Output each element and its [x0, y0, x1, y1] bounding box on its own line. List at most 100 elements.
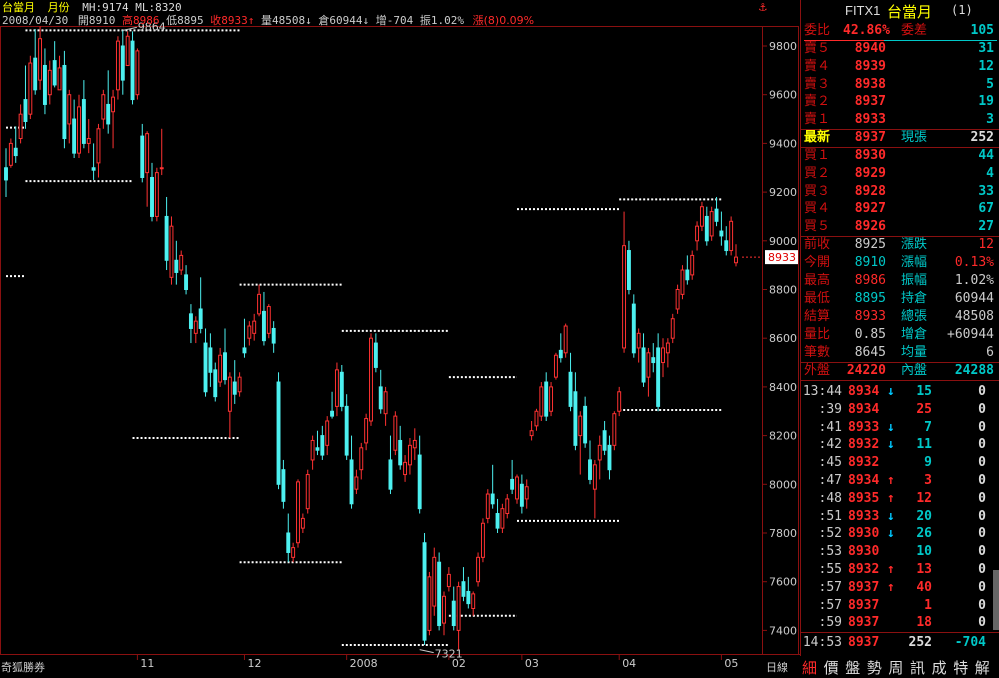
line-mode-label[interactable]: 日線 — [766, 659, 788, 675]
candle-body-up — [699, 206, 704, 227]
candle-body-up — [515, 476, 519, 500]
ask-qty: 12 — [978, 58, 994, 74]
candle-body-up — [709, 211, 714, 237]
stat-label-2: 總張 — [901, 309, 928, 324]
close-label: 收 — [210, 14, 222, 27]
tick-row[interactable]: :41 8933 ↓ 7 0 — [801, 418, 999, 437]
candle-body-down — [320, 435, 325, 456]
ask-row: 賣５ 8940 31 — [801, 40, 999, 58]
candle-body-up — [446, 573, 451, 588]
annotation-label: 7321 — [435, 648, 463, 661]
increase-label: 增 — [375, 14, 387, 27]
candle-body-up — [77, 106, 81, 154]
candle-body-up — [28, 62, 33, 115]
candle-body-up — [549, 386, 554, 412]
tick-row[interactable]: :45 8932 9 0 — [801, 453, 999, 472]
candle-body-up — [169, 225, 174, 278]
stat-value: 8986 — [854, 273, 886, 288]
tick-volume: 12 — [916, 490, 932, 506]
stat-label-2: 均量 — [901, 345, 928, 360]
tick-row[interactable]: :52 8930 ↓ 26 0 — [801, 524, 999, 543]
tick-row[interactable]: :59 8937 18 0 — [801, 613, 999, 632]
ask-row: 賣３ 8938 5 — [801, 76, 999, 94]
y-tick-label: 9400 — [769, 137, 797, 150]
tick-time: :52 — [818, 526, 842, 542]
y-tick-label: 9800 — [769, 40, 797, 53]
tick-row[interactable]: 13:44 8934 ↓ 15 0 — [801, 382, 999, 401]
candle-body-down — [344, 405, 349, 456]
candle-body-up — [291, 547, 296, 558]
bid-label: 買４ — [804, 201, 831, 217]
current-price-label: 8933 — [768, 251, 796, 264]
tick-row[interactable]: :57 8937 1 0 — [801, 596, 999, 615]
stat-value-2: 48508 — [954, 309, 994, 324]
tick-time: :55 — [818, 562, 842, 577]
tick-row[interactable]: :57 8937 ↑ 40 0 — [801, 578, 999, 597]
candle-body-up — [383, 391, 388, 415]
tick-row[interactable]: :51 8933 ↓ 20 0 — [801, 507, 999, 526]
tick-row[interactable]: :47 8934 ↑ 3 0 — [801, 471, 999, 490]
period-label[interactable]: 月份 — [48, 1, 70, 14]
close-value: 8933 — [221, 14, 248, 27]
oi-label: 倉 — [318, 14, 330, 27]
kline-svg[interactable]: 7400 7600 7800 8000 8200 8400 8600 8800 9000 9200… — [0, 0, 800, 675]
tick-volume: 11 — [916, 437, 932, 453]
tick-scrollbar[interactable] — [993, 570, 999, 630]
arrow-down-icon: ↓ — [887, 419, 895, 435]
candle-body-up — [38, 38, 43, 81]
stat-row: 最低 8895 持倉 60944 — [801, 290, 999, 308]
candle-body-down — [422, 542, 427, 641]
tick-row[interactable]: :42 8932 ↓ 11 0 — [801, 435, 999, 454]
candle-body-down — [33, 57, 38, 91]
amplitude-value: 1.02% — [430, 14, 464, 27]
tick-price: 8933 — [848, 419, 880, 435]
anchor-icon[interactable]: ⚓ — [759, 0, 767, 15]
tick-volume: 13 — [916, 562, 932, 577]
tick-price: 8934 — [848, 384, 880, 399]
candle-body-up — [393, 415, 398, 451]
arrow-up-icon: ↑ — [887, 579, 895, 595]
bid-row: 買１ 8930 44 — [801, 147, 999, 165]
tick-time: :57 — [818, 597, 842, 613]
stat-value-2: +60944 — [947, 327, 994, 342]
candle-body-up — [125, 35, 130, 66]
outer-value: 24220 — [846, 363, 886, 378]
candle-body-down — [607, 444, 612, 471]
x-tick-label: 03 — [525, 657, 539, 670]
candle-body-up — [334, 369, 339, 407]
tick-change: 0 — [978, 597, 986, 613]
tick-row[interactable]: :48 8935 ↑ 12 0 — [801, 489, 999, 508]
stat-row: 最高 8986 振幅 1.02% — [801, 272, 999, 290]
candle-body-down — [704, 215, 709, 242]
y-tick-label: 7400 — [769, 624, 797, 637]
x-tick-label: 05 — [724, 657, 738, 670]
candle-body-up — [101, 94, 106, 120]
stat-label-2: 增倉 — [901, 327, 928, 342]
tick-price: 8933 — [848, 508, 880, 524]
kline-chart[interactable]: 7400 7600 7800 8000 8200 8400 8600 8800 9000 9200… — [0, 0, 800, 675]
ask-row: 賣４ 8939 12 — [801, 58, 999, 76]
arrow-down-icon: ↓ — [887, 526, 895, 542]
tick-row[interactable]: :39 8934 25 0 — [801, 400, 999, 419]
tick-row[interactable]: :53 8930 10 0 — [801, 542, 999, 561]
volume-value: 48508 — [271, 14, 306, 27]
candle-body-down — [388, 459, 393, 490]
candle-body-up — [96, 128, 101, 164]
bid-qty: 4 — [986, 165, 994, 181]
candle-body-down — [203, 342, 208, 393]
bid-qty: 33 — [978, 183, 994, 199]
high-value: 8986 — [132, 14, 160, 27]
bar-date: 2008/04/30 — [2, 14, 69, 27]
candle-body-up — [442, 595, 446, 624]
tick-change: 0 — [978, 508, 986, 524]
candle-body-up — [237, 376, 242, 393]
tick-row[interactable]: :55 8932 ↑ 13 0 — [801, 560, 999, 579]
candle-body-up — [680, 269, 685, 295]
candle-body-up — [485, 493, 490, 519]
tick-volume: 20 — [916, 508, 932, 524]
stat-value-2: 0.13% — [954, 255, 994, 270]
candle-body-down — [724, 240, 729, 252]
candle-body-up — [247, 325, 252, 339]
change-value: 漲(8)0.09% — [472, 14, 535, 27]
y-tick-label: 8000 — [769, 478, 797, 491]
